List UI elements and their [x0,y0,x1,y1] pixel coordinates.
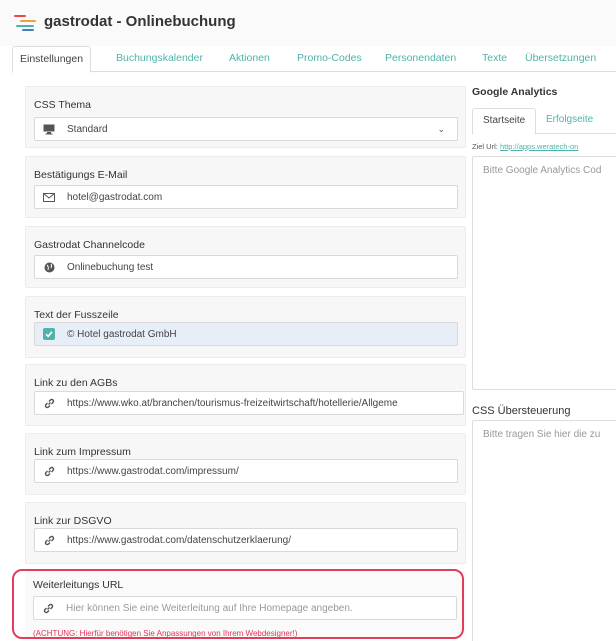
highlight-outline [12,569,464,639]
dsgvo-link-label: Link zur DSGVO [34,515,112,527]
tab-erfolgseite[interactable]: Erfolgseite [546,108,593,134]
gastrodat-logo-icon [14,15,36,31]
tab-texte[interactable]: Texte [482,46,507,72]
app-header: gastrodat - Onlinebuchung [0,0,616,46]
channelcode-label: Gastrodat Channelcode [34,239,145,251]
tab-promo-codes[interactable]: Promo-Codes [297,46,362,72]
tab-personendaten[interactable]: Personendaten [385,46,456,72]
globe-icon [35,256,63,278]
channelcode-panel: Gastrodat Channelcode Onlinebuchung test [25,226,466,288]
tab-uebersetzungen[interactable]: Übersetzungen [525,46,596,72]
link-icon [35,460,63,482]
channelcode-field[interactable]: Onlinebuchung test [34,255,458,279]
envelope-icon [35,186,63,208]
css-override-title: CSS Übersteuerung [472,405,571,417]
footer-text-field[interactable]: © Hotel gastrodat GmbH [34,322,458,346]
css-theme-panel: CSS Thema Standard ⌄ [25,86,466,148]
tab-buchungskalender[interactable]: Buchungskalender [116,46,203,72]
right-column: Google Analytics Startseite Erfolgseite … [470,72,616,641]
confirm-email-field[interactable]: hotel@gastrodat.com [34,185,458,209]
css-theme-select[interactable]: Standard ⌄ [34,117,458,141]
link-icon [35,529,63,551]
chevron-down-icon: ⌄ [437,124,445,134]
tab-einstellungen[interactable]: Einstellungen [12,46,92,73]
impressum-link-field[interactable]: https://www.gastrodat.com/impressum/ [34,459,458,483]
ziel-url-line: Ziel Url: http://apps.weratech-on [472,142,578,151]
dsgvo-link-panel: Link zur DSGVO https://www.gastrodat.com… [25,502,466,564]
tab-aktionen[interactable]: Aktionen [229,46,270,72]
footer-text-label: Text der Fusszeile [34,309,119,321]
dsgvo-link-value: https://www.gastrodat.com/datenschutzerk… [67,534,292,546]
link-icon [35,392,63,414]
google-analytics-tabs: Startseite Erfolgseite [472,108,616,135]
css-theme-label: CSS Thema [34,99,91,111]
css-override-placeholder: Bitte tragen Sie hier die zu [483,429,601,440]
impressum-link-label: Link zum Impressum [34,446,131,458]
google-analytics-placeholder: Bitte Google Analytics Cod [483,165,602,176]
google-analytics-title: Google Analytics [472,86,558,98]
footer-text-value: © Hotel gastrodat GmbH [67,328,177,340]
confirm-email-value: hotel@gastrodat.com [67,191,163,203]
checkbox-icon[interactable] [35,323,63,345]
ziel-url-link[interactable]: http://apps.weratech-on [500,142,578,151]
google-analytics-code-textarea[interactable]: Bitte Google Analytics Cod [472,156,616,390]
css-override-textarea[interactable]: Bitte tragen Sie hier die zu [472,420,616,641]
ziel-url-label: Ziel Url: [472,142,498,151]
agb-link-panel: Link zu den AGBs https://www.wko.at/bran… [25,364,466,426]
monitor-icon [35,118,63,140]
css-theme-value: Standard [67,123,108,135]
footer-text-panel: Text der Fusszeile © Hotel gastrodat Gmb… [25,296,466,358]
agb-link-value: https://www.wko.at/branchen/tourismus-fr… [67,397,398,409]
impressum-link-value: https://www.gastrodat.com/impressum/ [67,465,239,477]
confirm-email-label: Bestätigungs E-Mail [34,169,128,181]
dsgvo-link-field[interactable]: https://www.gastrodat.com/datenschutzerk… [34,528,458,552]
agb-link-label: Link zu den AGBs [34,377,118,389]
impressum-link-panel: Link zum Impressum https://www.gastrodat… [25,433,466,495]
tab-startseite[interactable]: Startseite [472,108,537,135]
app-title: gastrodat - Onlinebuchung [44,13,236,30]
agb-link-field[interactable]: https://www.wko.at/branchen/tourismus-fr… [34,391,464,415]
confirm-email-panel: Bestätigungs E-Mail hotel@gastrodat.com [25,156,466,218]
channelcode-value: Onlinebuchung test [67,261,154,273]
main-tabs: Einstellungen Buchungskalender Aktionen … [12,46,616,73]
